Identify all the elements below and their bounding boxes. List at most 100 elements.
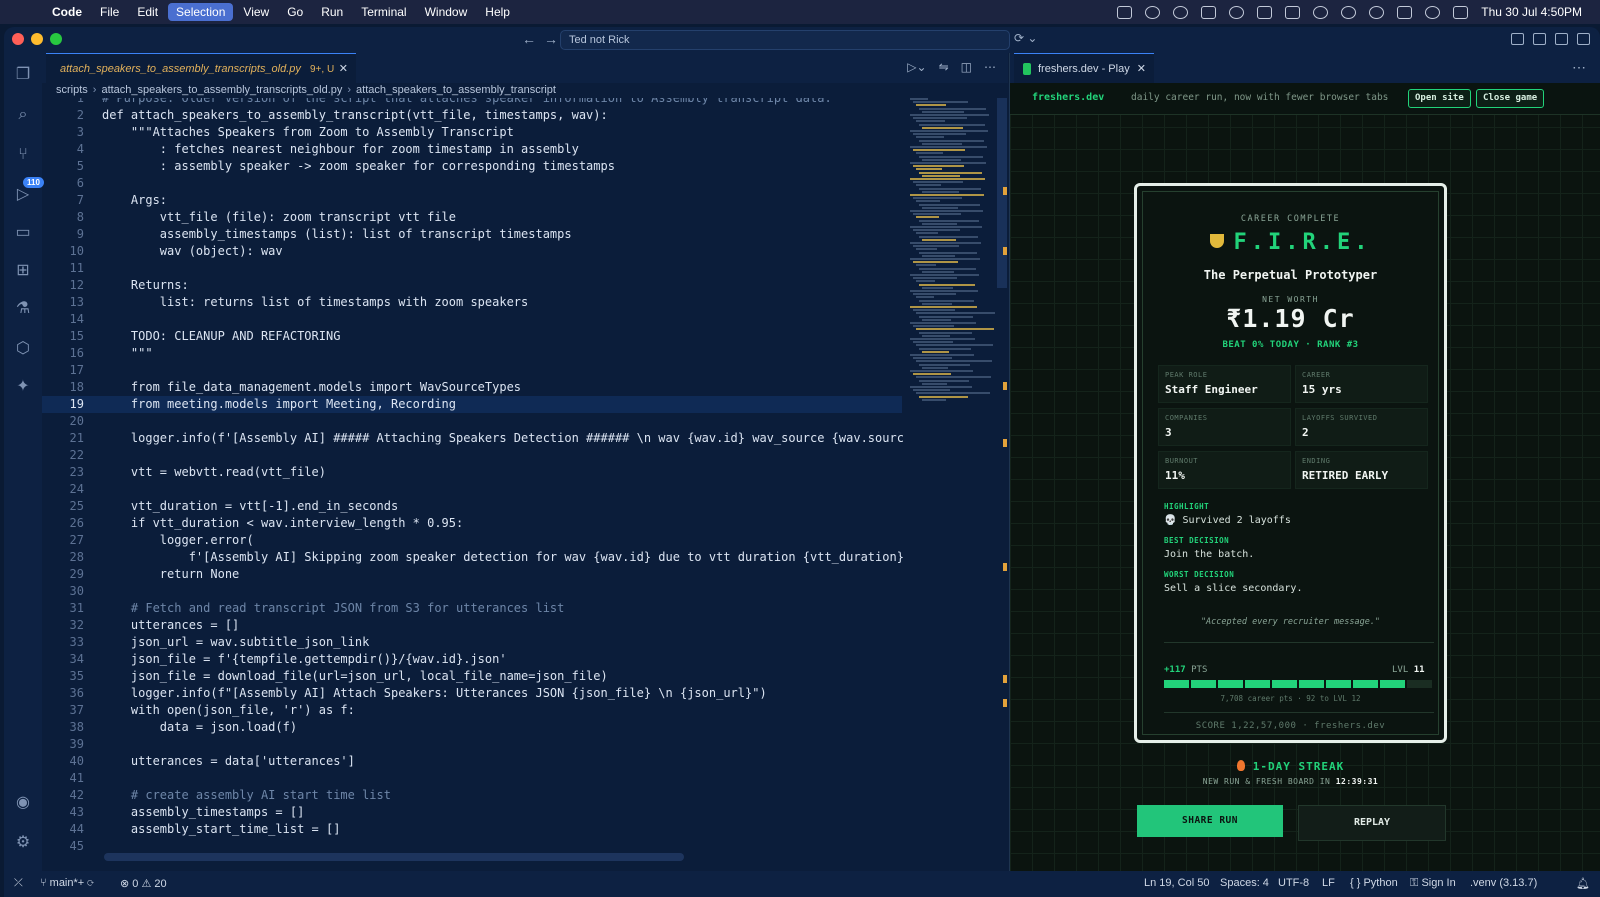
code-line[interactable]: 42 # create assembly AI start time list [42, 787, 902, 804]
settings-gear-icon[interactable]: ⚙ [13, 833, 33, 853]
menu-window[interactable]: Window [417, 3, 476, 21]
code-line[interactable]: 23 vtt = webvtt.read(vtt_file) [42, 464, 902, 481]
code-line[interactable]: 5 : assembly speaker -> zoom speaker for… [42, 158, 902, 175]
code-line[interactable]: 9 assembly_timestamps (list): list of tr… [42, 226, 902, 243]
code-line[interactable]: 20 [42, 413, 902, 430]
code-line[interactable]: 6 [42, 175, 902, 192]
code-line[interactable]: 3 """Attaches Speakers from Zoom to Asse… [42, 124, 902, 141]
openai-icon[interactable] [1145, 5, 1161, 19]
close-icon[interactable]: ✕ [339, 62, 348, 75]
code-line[interactable]: 1 # Purpose: Older version of the script … [42, 98, 902, 107]
code-line[interactable]: 43 assembly_timestamps = [] [42, 804, 902, 821]
back-arrow-icon[interactable]: ← [522, 31, 536, 47]
toggle-panel-icon[interactable] [1555, 33, 1568, 45]
minimap[interactable] [904, 98, 1002, 408]
cursor-position[interactable]: Ln 19, Col 50 [1144, 877, 1209, 889]
spotlight-search-icon[interactable] [1425, 5, 1441, 19]
source-control-icon[interactable]: ⑂ [13, 145, 33, 165]
replay-button[interactable]: REPLAY [1298, 805, 1446, 841]
code-line[interactable]: 11 [42, 260, 902, 277]
flask-icon[interactable] [1257, 5, 1273, 19]
calendar-icon[interactable] [1285, 5, 1301, 19]
code-line[interactable]: 44 assembly_start_time_list = [] [42, 821, 902, 838]
customize-layout-icon[interactable] [1511, 33, 1524, 45]
sync-chevron-icon[interactable]: ⟳ ⌄ [1014, 31, 1037, 45]
code-line[interactable]: 24 [42, 481, 902, 498]
horizontal-scrollbar[interactable] [104, 853, 684, 861]
code-line[interactable]: 32 utterances = [] [42, 617, 902, 634]
code-line[interactable]: 39 [42, 736, 902, 753]
split-editor-icon[interactable]: ◫ [961, 60, 972, 74]
code-line[interactable]: 27 logger.error( [42, 532, 902, 549]
code-line[interactable]: 19 from meeting.models import Meeting, R… [42, 396, 902, 413]
battery-icon[interactable] [1397, 5, 1413, 19]
app-status-icon[interactable] [1117, 5, 1133, 19]
close-game-button[interactable]: Close game [1476, 89, 1545, 108]
testing-icon[interactable]: ⚗ [13, 299, 33, 319]
run-file-icon[interactable]: ▷⌄ [907, 60, 926, 74]
code-line[interactable]: 40 utterances = data['utterances'] [42, 753, 902, 770]
zoom-window-button[interactable] [50, 33, 62, 45]
containers-icon[interactable]: ⬡ [13, 339, 33, 359]
code-line[interactable]: 17 [42, 362, 902, 379]
compare-changes-icon[interactable]: ⇋ [939, 60, 949, 74]
code-line[interactable]: 8 vtt_file (file): zoom transcript vtt f… [42, 209, 902, 226]
breadcrumb-file[interactable]: attach_speakers_to_assembly_transcripts_… [101, 84, 342, 96]
toggle-secondary-sidebar-icon[interactable] [1577, 33, 1590, 45]
extensions-icon[interactable]: ⊞ [13, 261, 33, 281]
remote-explorer-icon[interactable]: ▭ [13, 223, 33, 243]
code-line[interactable]: 18 from file_data_management.models impo… [42, 379, 902, 396]
code-line[interactable]: 26 if vtt_duration < wav.interview_lengt… [42, 515, 902, 532]
code-line[interactable]: 16 """ [42, 345, 902, 362]
code-line[interactable]: 37 with open(json_file, 'r') as f: [42, 702, 902, 719]
code-line[interactable]: 38 data = json.load(f) [42, 719, 902, 736]
play-icon[interactable] [1341, 5, 1357, 19]
code-line[interactable]: 41 [42, 770, 902, 787]
code-line[interactable]: 31 # Fetch and read transcript JSON from… [42, 600, 902, 617]
code-line[interactable]: 21 logger.info(f'[Assembly AI] ##### Att… [42, 430, 904, 447]
menu-selection[interactable]: Selection [168, 3, 234, 21]
code-line[interactable]: 10 wav (object): wav [42, 243, 902, 260]
code-line[interactable]: 33 json_url = wav.subtitle_json_link [42, 634, 902, 651]
git-branch[interactable]: ⑂ main*+ ⟳ [40, 877, 94, 889]
close-icon[interactable]: ✕ [1137, 62, 1146, 75]
python-interpreter[interactable]: .venv (3.13.7) [1470, 877, 1537, 889]
command-center-search[interactable]: Ted not Rick [560, 30, 1010, 50]
code-line[interactable]: 4 : fetches nearest neighbour for zoom t… [42, 141, 902, 158]
code-line[interactable]: 35 json_file = download_file(url=json_ur… [42, 668, 902, 685]
apple-icon[interactable] [20, 4, 36, 20]
code-line[interactable]: 22 [42, 447, 902, 464]
site-brand[interactable]: freshers.dev [1032, 92, 1104, 103]
code-line[interactable]: 30 [42, 583, 902, 600]
search-icon[interactable]: ⌕ [13, 105, 33, 125]
more-actions-icon[interactable]: ⋯ [984, 60, 996, 74]
forward-arrow-icon[interactable]: → [544, 31, 558, 47]
code-line[interactable]: 36 logger.info(f"[Assembly AI] Attach Sp… [42, 685, 902, 702]
code-line[interactable]: 2 def attach_speakers_to_assembly_transcr… [42, 107, 902, 124]
language-mode[interactable]: { } Python [1350, 877, 1398, 889]
code-line[interactable]: 14 [42, 311, 902, 328]
run-debug-icon[interactable]: ▷ [13, 185, 33, 205]
minimize-window-button[interactable] [31, 33, 43, 45]
menu-terminal[interactable]: Terminal [353, 3, 414, 21]
share-run-button[interactable]: SHARE RUN [1137, 805, 1283, 837]
open-site-button[interactable]: Open site [1408, 89, 1471, 108]
breadcrumb-folder[interactable]: scripts [56, 84, 88, 96]
code-line[interactable]: 13 list: returns list of timestamps with… [42, 294, 902, 311]
indentation[interactable]: Spaces: 4 [1220, 877, 1269, 889]
code-editor[interactable]: 1 # Purpose: Older version of the script … [42, 98, 904, 853]
code-line[interactable]: 25 vtt_duration = vtt[-1].end_in_seconds [42, 498, 902, 515]
encoding[interactable]: UTF-8 [1278, 877, 1309, 889]
openai-icon[interactable] [1173, 5, 1189, 19]
menu-help[interactable]: Help [477, 3, 518, 21]
menubar-clock[interactable]: Thu 30 Jul 4:50PM [1481, 5, 1582, 19]
code-line[interactable]: 12 Returns: [42, 277, 902, 294]
more-actions-icon[interactable]: ⋯ [1572, 59, 1586, 76]
code-line[interactable]: 45 [42, 838, 902, 853]
menu-edit[interactable]: Edit [129, 3, 166, 21]
close-window-button[interactable] [12, 33, 24, 45]
control-center-icon[interactable] [1453, 5, 1469, 19]
remote-indicator-icon[interactable]: ⤫ [14, 877, 23, 890]
breadcrumb-symbol[interactable]: attach_speakers_to_assembly_transcript [356, 84, 556, 96]
notifications-bell-icon[interactable]: 🔔︎ [1576, 877, 1590, 890]
